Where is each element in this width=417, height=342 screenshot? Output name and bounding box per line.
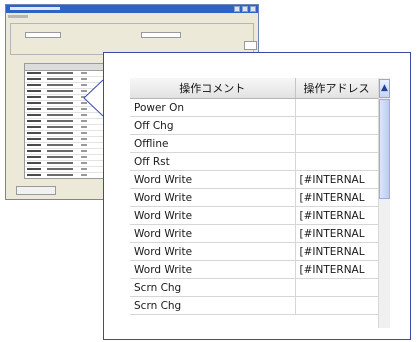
cell-operation-comment: Word Write xyxy=(130,206,296,225)
cell-operation-address xyxy=(295,134,379,153)
column-header-operation-comment[interactable]: 操作コメント xyxy=(130,78,296,99)
scroll-thumb[interactable] xyxy=(379,99,390,199)
table-row[interactable]: Word Write [#INTERNAL xyxy=(130,170,379,189)
table-row[interactable]: Word Write [#INTERNAL xyxy=(130,224,379,243)
cell-operation-comment: Power On xyxy=(130,98,296,117)
table-row[interactable]: Word Write [#INTERNAL xyxy=(130,260,379,279)
operation-log-table[interactable]: 操作コメント 操作アドレス Power On Off Chg Offline Off … xyxy=(130,78,390,328)
cell-operation-address: [#INTERNAL xyxy=(295,260,379,279)
cell-operation-comment: Word Write xyxy=(130,224,296,243)
cell-operation-comment: Word Write xyxy=(130,260,296,279)
vertical-scrollbar[interactable]: ▲ xyxy=(378,78,390,328)
scroll-up-arrow-icon[interactable]: ▲ xyxy=(379,79,390,98)
cell-operation-address: [#INTERNAL xyxy=(295,188,379,207)
table-row[interactable]: Power On xyxy=(130,98,379,117)
cell-operation-address: [#INTERNAL xyxy=(295,224,379,243)
cell-operation-comment: Off Rst xyxy=(130,152,296,171)
cell-operation-address xyxy=(295,296,379,315)
cell-operation-address: [#INTERNAL xyxy=(295,170,379,189)
cell-operation-comment: Word Write xyxy=(130,170,296,189)
table-row[interactable]: Scrn Chg xyxy=(130,296,379,315)
table-row[interactable]: Word Write [#INTERNAL xyxy=(130,206,379,225)
table-row[interactable]: Word Write [#INTERNAL xyxy=(130,242,379,261)
cell-operation-address xyxy=(295,278,379,297)
cell-operation-comment: Offline xyxy=(130,134,296,153)
table-row[interactable]: Scrn Chg xyxy=(130,278,379,297)
cell-operation-comment: Scrn Chg xyxy=(130,278,296,297)
table-row[interactable]: Word Write [#INTERNAL xyxy=(130,188,379,207)
column-header-operation-address[interactable]: 操作アドレス xyxy=(295,78,379,99)
cell-operation-address xyxy=(295,152,379,171)
cell-operation-comment: Word Write xyxy=(130,188,296,207)
cell-operation-address: [#INTERNAL xyxy=(295,242,379,261)
table-row[interactable]: Off Chg xyxy=(130,116,379,135)
cell-operation-comment: Word Write xyxy=(130,242,296,261)
cell-operation-comment: Off Chg xyxy=(130,116,296,135)
cell-operation-address: [#INTERNAL xyxy=(295,206,379,225)
table-row[interactable]: Offline xyxy=(130,134,379,153)
cell-operation-address xyxy=(295,98,379,117)
cell-operation-comment: Scrn Chg xyxy=(130,296,296,315)
table-row[interactable]: Off Rst xyxy=(130,152,379,171)
cell-operation-address xyxy=(295,116,379,135)
